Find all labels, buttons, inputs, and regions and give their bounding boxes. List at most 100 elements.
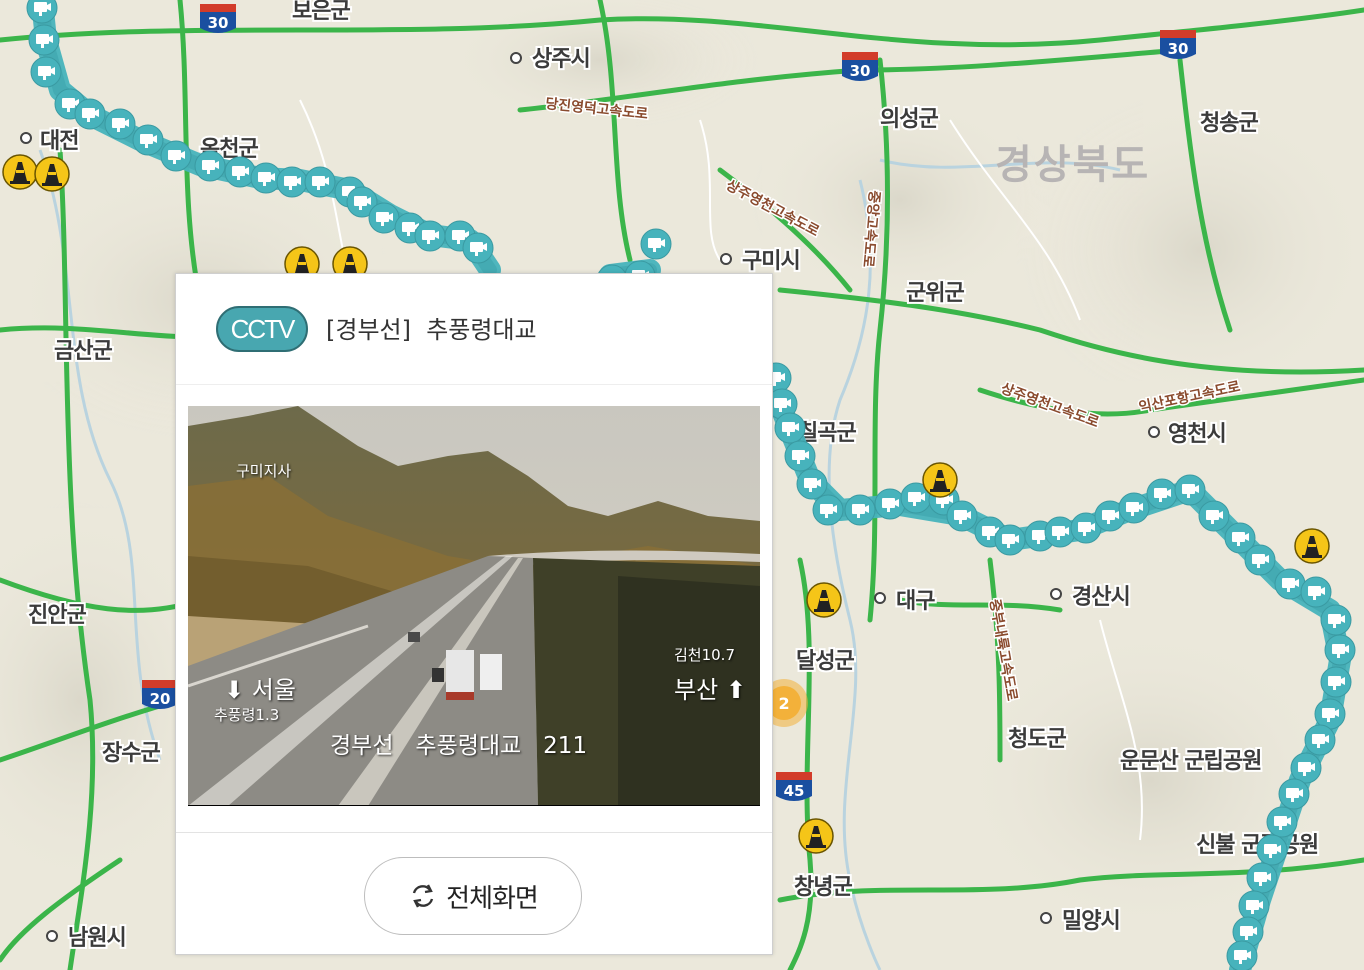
cctv-camera-icon[interactable] bbox=[104, 108, 136, 140]
construction-cone-icon[interactable] bbox=[34, 156, 70, 192]
overlay-dir-left-label: 서울 bbox=[251, 676, 296, 704]
place-sangju: 상주시 bbox=[532, 47, 590, 72]
cctv-camera-icon[interactable] bbox=[1290, 752, 1322, 784]
svg-text:30: 30 bbox=[850, 62, 871, 80]
cctv-camera-icon[interactable] bbox=[1304, 724, 1336, 756]
cctv-camera-icon[interactable] bbox=[1198, 500, 1230, 532]
cctv-camera-icon[interactable] bbox=[1246, 862, 1278, 894]
cctv-camera-icon[interactable] bbox=[796, 468, 828, 500]
cctv-camera-icon[interactable] bbox=[784, 440, 816, 472]
place-cheongsong: 청송군 bbox=[1200, 111, 1258, 136]
cctv-camera-icon[interactable] bbox=[874, 488, 906, 520]
cctv-camera-icon[interactable] bbox=[994, 524, 1026, 556]
cctv-camera-icon[interactable] bbox=[414, 220, 446, 252]
cctv-camera-icon[interactable] bbox=[1244, 544, 1276, 576]
region-label-gyeongbuk: 경상북도 bbox=[995, 142, 1150, 188]
popup-title: [경부선] 추풍령대교 bbox=[326, 316, 537, 344]
caption-name: 추풍령대교 bbox=[415, 733, 522, 759]
construction-cone-icon[interactable] bbox=[806, 582, 842, 618]
place-daejeon: 대전 bbox=[40, 129, 78, 154]
cctv-camera-icon[interactable] bbox=[1238, 890, 1270, 922]
route-shield-30-c: 30 bbox=[1160, 30, 1196, 59]
popup-header: CCTV [경부선] 추풍령대교 bbox=[176, 274, 772, 385]
overlay-dir-left-sub: 추풍령1.3 bbox=[214, 706, 280, 724]
cctv-camera-icon[interactable] bbox=[30, 56, 62, 88]
refresh-icon bbox=[412, 884, 434, 908]
place-gumi: 구미시 bbox=[742, 249, 800, 274]
route-shield-45: 45 bbox=[776, 772, 812, 801]
cctv-camera-icon[interactable] bbox=[844, 494, 876, 526]
svg-text:30: 30 bbox=[208, 14, 229, 32]
cctv-camera-icon[interactable] bbox=[774, 412, 806, 444]
cctv-camera-icon[interactable] bbox=[250, 162, 282, 194]
svg-text:2: 2 bbox=[778, 694, 789, 713]
cctv-camera-icon[interactable] bbox=[1274, 568, 1306, 600]
route-shield-20: 20 bbox=[142, 680, 178, 709]
cctv-camera-icon[interactable] bbox=[28, 24, 60, 56]
cctv-camera-icon[interactable] bbox=[640, 228, 672, 260]
cctv-image[interactable]: 구미지사 ⬇ 서울 추풍령1.3 김천10.7 부산 ⬆ 경부선 추풍령대교 2… bbox=[188, 406, 760, 806]
cctv-camera-icon[interactable] bbox=[1266, 806, 1298, 838]
cctv-camera-icon[interactable] bbox=[194, 150, 226, 182]
place-geumsan: 금산군 bbox=[54, 339, 112, 364]
cctv-camera-icon[interactable] bbox=[368, 202, 400, 234]
fullscreen-label: 전체화면 bbox=[446, 883, 539, 914]
cctv-camera-icon[interactable] bbox=[946, 500, 978, 532]
place-namwon: 남원시 bbox=[68, 926, 126, 951]
overlay-branch: 구미지사 bbox=[236, 462, 292, 480]
cctv-camera-icon[interactable] bbox=[462, 232, 494, 264]
place-yeongcheon: 영천시 bbox=[1168, 422, 1226, 447]
cctv-popup: CCTV [경부선] 추풍령대교 구미지사 ⬇ 서울 추풍령1.3 김천10.7… bbox=[175, 273, 773, 955]
place-unmunsan: 운문산 군립공원 bbox=[1120, 749, 1261, 774]
construction-cone-icon[interactable] bbox=[922, 462, 958, 498]
cctv-camera-icon[interactable] bbox=[132, 124, 164, 156]
construction-cone-icon[interactable] bbox=[1294, 528, 1330, 564]
cctv-camera-icon[interactable] bbox=[1226, 940, 1258, 970]
cctv-camera-icon[interactable] bbox=[224, 156, 256, 188]
caption-km: 211 bbox=[543, 733, 588, 759]
cctv-camera-icon[interactable] bbox=[1314, 698, 1346, 730]
overlay-dir-right-label: 부산 bbox=[674, 676, 719, 704]
route-shield-30-a: 30 bbox=[200, 4, 236, 33]
cctv-camera-icon[interactable] bbox=[812, 494, 844, 526]
place-jinan: 진안군 bbox=[28, 603, 86, 628]
place-dalseong: 달성군 bbox=[796, 649, 854, 674]
cctv-camera-icon[interactable] bbox=[276, 166, 308, 198]
popup-footer: 전체화면 bbox=[176, 832, 772, 957]
cctv-camera-icon[interactable] bbox=[1278, 778, 1310, 810]
overlay-caption: 경부선 추풍령대교 211 bbox=[330, 726, 587, 760]
construction-cone-icon[interactable] bbox=[798, 818, 834, 854]
svg-text:20: 20 bbox=[150, 690, 171, 708]
cctv-camera-icon[interactable] bbox=[1146, 478, 1178, 510]
place-boeun: 보은군 bbox=[292, 0, 350, 24]
cctv-camera-icon[interactable] bbox=[1324, 634, 1356, 666]
place-uiseong: 의성군 bbox=[880, 107, 938, 132]
overlay-dir-right-sub: 김천10.7 bbox=[674, 646, 735, 664]
cctv-camera-icon[interactable] bbox=[304, 166, 336, 198]
place-changnyeong: 창녕군 bbox=[794, 875, 852, 900]
svg-text:45: 45 bbox=[784, 782, 805, 800]
down-arrow-icon: ⬇ bbox=[224, 676, 245, 704]
cctv-badge: CCTV bbox=[216, 306, 308, 352]
cctv-camera-icon[interactable] bbox=[74, 98, 106, 130]
place-cheongdo: 청도군 bbox=[1008, 727, 1066, 752]
overlay-dir-right: 부산 ⬆ bbox=[674, 670, 746, 705]
cctv-camera-icon[interactable] bbox=[1118, 492, 1150, 524]
cctv-camera-icon[interactable] bbox=[1174, 474, 1206, 506]
cctv-camera-icon[interactable] bbox=[1300, 576, 1332, 608]
cctv-camera-icon[interactable] bbox=[1256, 834, 1288, 866]
caption-route: 경부선 bbox=[330, 733, 394, 759]
place-jangsu: 장수군 bbox=[102, 741, 160, 766]
place-gyeongsan: 경산시 bbox=[1072, 585, 1130, 610]
cctv-camera-icon[interactable] bbox=[1044, 516, 1076, 548]
place-sinbul: 신불 군립공원 bbox=[1196, 833, 1318, 858]
place-miryang: 밀양시 bbox=[1062, 909, 1120, 934]
cctv-camera-icon[interactable] bbox=[160, 140, 192, 172]
cctv-camera-icon[interactable] bbox=[1320, 604, 1352, 636]
construction-cone-icon[interactable] bbox=[2, 154, 38, 190]
overlay-dir-left: ⬇ 서울 bbox=[224, 670, 296, 705]
cctv-camera-icon[interactable] bbox=[1320, 666, 1352, 698]
fullscreen-button[interactable]: 전체화면 bbox=[364, 857, 582, 935]
place-daegu: 대구 bbox=[896, 589, 935, 614]
up-arrow-icon: ⬆ bbox=[725, 676, 746, 704]
